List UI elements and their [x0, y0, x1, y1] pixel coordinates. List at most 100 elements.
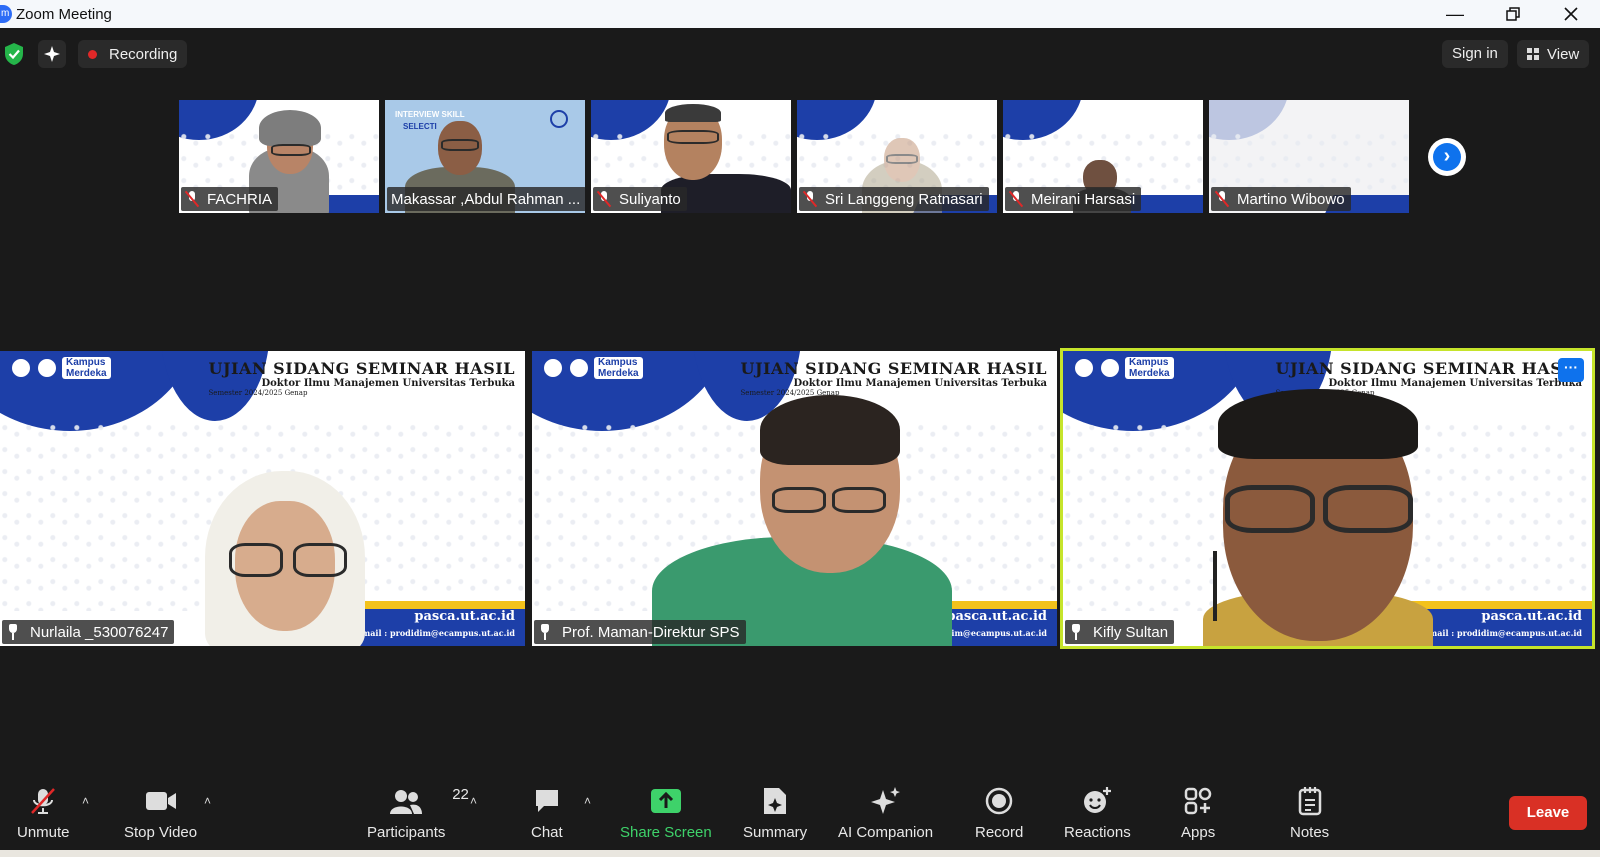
- participant-thumbnail[interactable]: Suliyanto: [591, 100, 791, 213]
- participant-thumbnail[interactable]: INTERVIEW SKILL SELECTI Makassar ,Abdul …: [385, 100, 585, 213]
- apps-button[interactable]: Apps: [1181, 786, 1215, 841]
- restore-button[interactable]: [1484, 0, 1542, 28]
- reactions-emoji-icon: [1084, 787, 1112, 813]
- participants-button[interactable]: 22 Participants: [367, 786, 469, 841]
- view-button[interactable]: View: [1517, 40, 1590, 68]
- shield-icon[interactable]: [3, 42, 25, 66]
- grid-view-icon: [1527, 48, 1539, 60]
- kampus-merdeka-logo: Kampus Merdeka: [62, 357, 111, 379]
- chat-label: Chat: [531, 824, 563, 841]
- participant-name: Makassar ,Abdul Rahman ...: [391, 190, 581, 208]
- close-button[interactable]: [1542, 0, 1600, 28]
- minimize-button[interactable]: —: [1426, 0, 1484, 28]
- mic-muted-icon: [597, 191, 611, 207]
- tutwuri-logo-icon: [1073, 357, 1095, 379]
- mic-muted-icon: [1215, 191, 1229, 207]
- participant-thumbnail[interactable]: FACHRIA: [179, 100, 379, 213]
- stop-video-button[interactable]: Stop Video: [124, 786, 197, 841]
- participants-label: Participants: [367, 824, 446, 841]
- share-screen-icon: [650, 789, 681, 813]
- share-screen-button[interactable]: Share Screen: [620, 786, 712, 841]
- participant-count: 22: [452, 786, 469, 803]
- video-tile-active-speaker[interactable]: Kampus Merdeka UJIAN SIDANG SEMINAR HASIL…: [1060, 348, 1595, 649]
- notes-button[interactable]: Notes: [1290, 786, 1329, 841]
- mic-muted-icon: [185, 191, 199, 207]
- participant-name: Kifly Sultan: [1093, 623, 1169, 641]
- zoom-app-icon: m: [0, 5, 12, 23]
- apps-icon: [1184, 787, 1212, 815]
- chat-options-caret-icon[interactable]: ˄: [584, 794, 591, 808]
- chat-button[interactable]: Chat: [531, 786, 563, 841]
- next-page-button[interactable]: ›: [1428, 138, 1466, 176]
- summary-icon: [764, 788, 787, 814]
- reactions-button[interactable]: Reactions: [1064, 786, 1131, 841]
- taskbar-edge: [0, 850, 1600, 857]
- video-options-caret-icon[interactable]: ˄: [204, 794, 211, 808]
- close-icon: [1564, 7, 1578, 21]
- slide-footer: pasca.ut.ac.id Email : prodidim@ecampus.…: [355, 609, 515, 638]
- ai-companion-button[interactable]: AI Companion: [838, 786, 933, 841]
- summary-button[interactable]: Summary: [743, 786, 807, 841]
- participant-thumbnail[interactable]: Meirani Harsasi: [1003, 100, 1203, 213]
- participant-name: Prof. Maman-Direktur SPS: [562, 623, 740, 641]
- sign-in-button[interactable]: Sign in: [1442, 40, 1508, 68]
- chat-icon: [535, 790, 558, 812]
- title-bar: m Zoom Meeting —: [0, 0, 1600, 28]
- participant-name: FACHRIA: [207, 190, 273, 208]
- participant-thumbnail[interactable]: Sri Langgeng Ratnasari: [797, 100, 997, 213]
- participant-name: Nurlaila _530076247: [30, 623, 169, 641]
- stop-video-label: Stop Video: [124, 824, 198, 841]
- participant-name: Suliyanto: [619, 190, 681, 208]
- participant-name-tag: Martino Wibowo: [1211, 187, 1351, 211]
- tutwuri-logo-icon: [10, 357, 32, 379]
- ut-logo-icon: [36, 357, 58, 379]
- recording-dot-icon: [88, 49, 97, 59]
- ai-sparkle-button[interactable]: [38, 40, 66, 68]
- recording-label: Recording: [109, 45, 178, 63]
- more-options-button[interactable]: ···: [1558, 358, 1584, 382]
- mic-muted-icon: [1009, 191, 1023, 207]
- sparkle-icon: [44, 46, 60, 62]
- leave-button[interactable]: Leave: [1509, 796, 1587, 830]
- participant-name-tag: Meirani Harsasi: [1005, 187, 1142, 211]
- recording-indicator[interactable]: Recording: [78, 40, 188, 68]
- share-screen-label: Share Screen: [620, 824, 712, 841]
- record-label: Record: [975, 824, 1024, 841]
- participant-name: Martino Wibowo: [1237, 190, 1345, 208]
- university-logo-icon: [550, 110, 568, 128]
- ai-companion-label: AI Companion: [838, 824, 934, 841]
- chevron-right-icon: ›: [1433, 143, 1461, 171]
- participant-name: Sri Langgeng Ratnasari: [825, 190, 983, 208]
- restore-icon: [1506, 7, 1520, 21]
- unmute-label: Unmute: [17, 824, 70, 841]
- summary-label: Summary: [743, 824, 808, 841]
- tutwuri-logo-icon: [542, 357, 564, 379]
- audio-options-caret-icon[interactable]: ˄: [82, 794, 89, 808]
- participant-thumbnail[interactable]: Martino Wibowo: [1209, 100, 1409, 213]
- apps-label: Apps: [1181, 824, 1216, 841]
- participant-name: Meirani Harsasi: [1031, 190, 1136, 208]
- participant-name-tag: Sri Langgeng Ratnasari: [799, 187, 989, 211]
- notes-label: Notes: [1290, 824, 1330, 841]
- pin-icon: [538, 624, 552, 640]
- participant-name-tag: Kifly Sultan: [1065, 620, 1175, 644]
- slide-title-block: UJIAN SIDANG SEMINAR HASIL Doktor Ilmu M…: [208, 359, 515, 397]
- video-tile[interactable]: Kampus Merdeka UJIAN SIDANG SEMINAR HASIL…: [0, 351, 525, 646]
- kampus-merdeka-logo: Kampus Merdeka: [594, 357, 643, 379]
- ut-logo-icon: [568, 357, 590, 379]
- reactions-label: Reactions: [1064, 824, 1131, 841]
- unmute-button[interactable]: Unmute: [17, 786, 70, 841]
- meeting-controls-bar: Unmute ˄ Stop Video ˄ 22 Participants ˄: [0, 776, 1600, 857]
- microphone-muted-icon: [31, 788, 56, 814]
- participants-options-caret-icon[interactable]: ˄: [470, 794, 477, 808]
- video-tile[interactable]: Kampus Merdeka UJIAN SIDANG SEMINAR HASIL…: [532, 351, 1057, 646]
- participant-name-tag: Suliyanto: [593, 187, 687, 211]
- video-camera-icon: [145, 792, 176, 810]
- record-button[interactable]: Record: [975, 786, 1023, 841]
- participant-name-tag: Makassar ,Abdul Rahman ...: [387, 187, 585, 211]
- participant-name-tag: FACHRIA: [181, 187, 279, 211]
- ut-logo-icon: [1099, 357, 1121, 379]
- participant-name-tag: Prof. Maman-Direktur SPS: [534, 620, 746, 644]
- participant-name-tag: Nurlaila _530076247: [2, 620, 175, 644]
- kampus-merdeka-logo: Kampus Merdeka: [1125, 357, 1174, 379]
